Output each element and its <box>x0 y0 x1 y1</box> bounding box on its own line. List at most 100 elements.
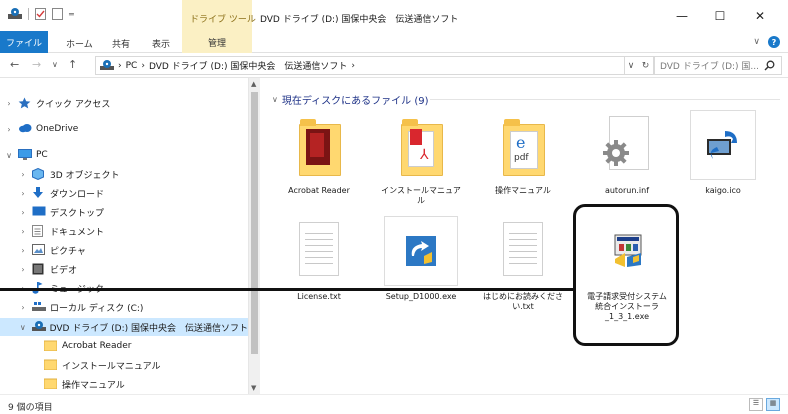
chevron-right-icon[interactable]: › <box>18 170 28 179</box>
nav-item-quick-access[interactable]: › クイック アクセス <box>0 94 248 112</box>
toolbar-separator <box>28 8 29 20</box>
recent-locations-button[interactable]: ∨ <box>52 60 58 69</box>
chevron-right-icon[interactable]: › <box>18 246 28 255</box>
file-label: 操作マニュアル <box>495 186 551 195</box>
nav-item-pictures[interactable]: › ピクチャ <box>0 241 248 259</box>
file-item-acrobat-reader[interactable]: Acrobat Reader <box>278 110 360 218</box>
tab-manage[interactable]: 管理 <box>182 31 252 53</box>
expand-ribbon-icon[interactable]: ∨ <box>753 37 760 47</box>
search-icon[interactable] <box>764 60 775 71</box>
cube-icon <box>32 167 46 181</box>
group-header[interactable]: ∨ 現在ディスクにあるファイル (9) <box>272 92 429 107</box>
nav-item-label: ドキュメント <box>50 227 105 238</box>
tab-share[interactable]: 共有 <box>112 37 130 50</box>
tab-file[interactable]: ファイル <box>0 31 48 53</box>
chevron-right-icon[interactable]: › <box>4 125 14 134</box>
desktop-icon <box>32 206 46 218</box>
help-icon[interactable]: ? <box>768 36 780 48</box>
file-item-readme[interactable]: はじめにお読みください.txt <box>482 216 564 324</box>
nav-item-install-manual[interactable]: インストールマニュアル <box>0 356 248 374</box>
nav-item-onedrive[interactable]: › OneDrive <box>0 120 248 138</box>
nav-item-operation-manual[interactable]: 操作マニュアル <box>0 375 248 393</box>
new-folder-icon[interactable] <box>52 8 63 20</box>
nav-item-pc[interactable]: ∨ PC <box>0 146 248 164</box>
folder-icon <box>293 110 345 180</box>
chevron-right-icon[interactable]: › <box>18 208 28 217</box>
drive-icon[interactable] <box>8 8 22 20</box>
file-item-setup-d1000[interactable]: Setup_D1000.exe <box>380 216 462 324</box>
chevron-right-icon[interactable]: › <box>18 189 28 198</box>
item-count: 9 個の項目 <box>8 403 53 413</box>
file-item-operation-manual[interactable]: e pdf 操作マニュアル <box>482 110 564 218</box>
tab-home[interactable]: ホーム <box>66 37 93 50</box>
address-dropdown-icon[interactable]: ∨ <box>628 61 635 71</box>
nav-item-acrobat-reader[interactable]: Acrobat Reader <box>0 337 248 355</box>
settings-file-icon <box>601 110 653 180</box>
nav-item-desktop[interactable]: › デスクトップ <box>0 203 248 221</box>
address-bar[interactable]: › PC › DVD ドライブ (D:) 国保中央会 伝送通信ソフト › <box>95 56 625 75</box>
chevron-right-icon[interactable]: › <box>18 227 28 236</box>
up-button[interactable]: ↑ <box>68 58 77 71</box>
chevron-down-icon[interactable]: ∨ <box>4 151 14 160</box>
nav-item-dvd-drive[interactable]: ∨ DVD ドライブ (D:) 国保中央会 伝送通信ソフト <box>0 318 248 336</box>
search-box[interactable]: DVD ドライブ (D:) 国... <box>654 56 782 75</box>
maximize-button[interactable]: ☐ <box>700 5 740 27</box>
folder-icon <box>43 340 58 352</box>
breadcrumb-dvd-drive[interactable]: DVD ドライブ (D:) 国保中央会 伝送通信ソフト <box>149 59 347 72</box>
large-icons-view-icon[interactable]: ▦ <box>766 398 780 411</box>
nav-item-label: デスクトップ <box>50 208 105 219</box>
details-view-icon[interactable]: ☰ <box>749 398 763 411</box>
chevron-down-icon[interactable]: ∨ <box>272 95 278 104</box>
back-button[interactable]: ← <box>10 58 19 71</box>
breadcrumb-pc[interactable]: PC <box>126 61 138 71</box>
close-button[interactable]: ✕ <box>740 5 780 27</box>
quick-access-toolbar: ═ <box>8 8 74 20</box>
nav-item-label: Acrobat Reader <box>62 341 132 351</box>
text-file-icon <box>293 216 345 286</box>
nav-item-label: ローカル ディスク (C:) <box>50 303 144 314</box>
scroll-up-icon[interactable]: ▲ <box>251 80 256 88</box>
file-label: autorun.inf <box>604 186 650 195</box>
forward-button[interactable]: → <box>32 58 41 71</box>
drive-icon <box>100 60 114 70</box>
tab-view[interactable]: 表示 <box>152 37 170 50</box>
scroll-down-icon[interactable]: ▼ <box>251 384 256 392</box>
ico-file-icon <box>690 110 756 180</box>
ribbon-tabs: ファイル ホーム 共有 表示 管理 ∨ ? <box>0 31 788 53</box>
refresh-icon[interactable]: ↻ <box>642 61 650 71</box>
folder-icon <box>43 359 58 371</box>
nav-scrollbar[interactable]: ▲ ▼ <box>248 78 260 394</box>
chevron-right-icon[interactable]: › <box>18 303 28 312</box>
file-label: kaigo.ico <box>705 186 741 195</box>
file-label: はじめにお読みください.txt <box>483 292 563 311</box>
chevron-right-icon[interactable]: › <box>18 265 28 274</box>
nav-item-label: インストールマニュアル <box>62 361 161 372</box>
address-row: ← → ∨ ↑ › PC › DVD ドライブ (D:) 国保中央会 伝送通信ソ… <box>0 53 788 78</box>
file-label: インストールマニュアル <box>381 186 461 205</box>
properties-icon[interactable] <box>35 8 46 20</box>
chevron-down-icon[interactable]: ∨ <box>18 323 28 332</box>
minimize-button[interactable]: — <box>662 5 702 27</box>
chevron-right-icon[interactable]: › <box>4 99 14 108</box>
download-icon <box>32 187 46 199</box>
file-item-kaigo-ico[interactable]: kaigo.ico <box>682 110 764 218</box>
file-label: Acrobat Reader <box>288 186 350 195</box>
file-list: ∨ 現在ディスクにあるファイル (9) Acrobat Reader ⅄ インス… <box>262 78 788 394</box>
file-item-install-manual[interactable]: ⅄ インストールマニュアル <box>380 110 462 218</box>
nav-item-documents[interactable]: › ドキュメント <box>0 222 248 240</box>
nav-item-3d-objects[interactable]: › 3D オブジェクト <box>0 165 248 183</box>
file-item-license[interactable]: License.txt <box>278 216 360 324</box>
nav-item-downloads[interactable]: › ダウンロード <box>0 184 248 202</box>
scrollbar-thumb[interactable] <box>251 92 258 354</box>
nav-item-label: DVD ドライブ (D:) 国保中央会 伝送通信ソフト <box>49 323 248 334</box>
group-label: 現在ディスクにあるファイル (9) <box>281 96 429 107</box>
title-bar: ═ ドライブ ツール DVD ドライブ (D:) 国保中央会 伝送通信ソフト —… <box>0 0 788 31</box>
nav-item-videos[interactable]: › ビデオ <box>0 260 248 278</box>
file-item-autorun[interactable]: autorun.inf <box>586 110 668 218</box>
folder-pdf-icon: ⅄ <box>395 110 447 180</box>
nav-item-local-disk[interactable]: › ローカル ディスク (C:) <box>0 298 248 316</box>
customize-toolbar-icon[interactable]: ═ <box>69 10 74 19</box>
text-file-icon <box>497 216 549 286</box>
nav-item-label: クイック アクセス <box>36 99 111 110</box>
exe-file-icon <box>384 216 458 286</box>
